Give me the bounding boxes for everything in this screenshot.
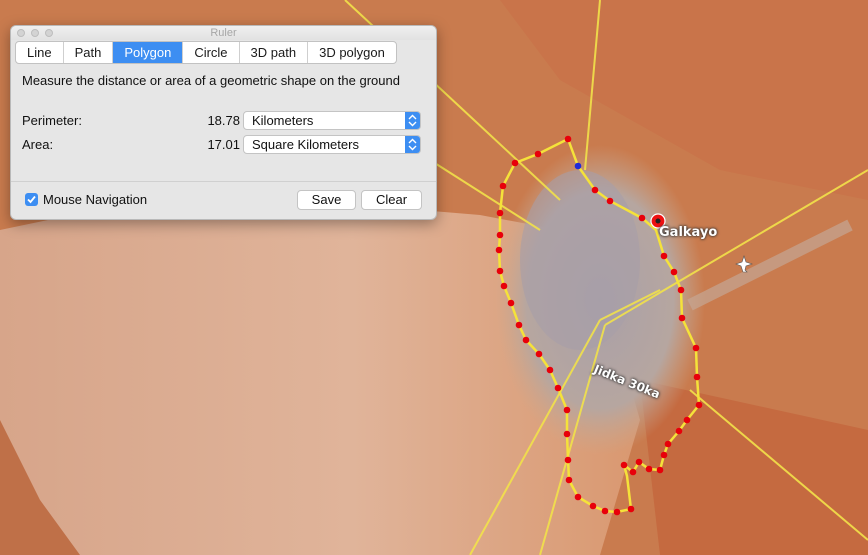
polygon-vertex[interactable]	[664, 440, 672, 448]
checkmark-icon	[27, 195, 36, 204]
ruler-window: Ruler Line Path Polygon Circle 3D path 3…	[10, 25, 437, 220]
select-arrows-icon	[405, 112, 420, 129]
polygon-vertex[interactable]	[507, 299, 515, 307]
area-value: 17.01	[207, 137, 240, 152]
polygon-vertex[interactable]	[606, 197, 614, 205]
polygon-vertex[interactable]	[695, 401, 703, 409]
tab-circle[interactable]: Circle	[183, 42, 240, 63]
place-label-galkayo[interactable]: Galkayo	[659, 225, 717, 240]
perimeter-unit-value: Kilometers	[252, 113, 314, 128]
polygon-vertex[interactable]	[677, 286, 685, 294]
tab-path[interactable]: Path	[64, 42, 114, 63]
polygon-vertex[interactable]	[675, 427, 683, 435]
polygon-vertex[interactable]	[670, 268, 678, 276]
polygon-vertex[interactable]	[565, 476, 573, 484]
polygon-vertex[interactable]	[511, 159, 519, 167]
polygon-vertex[interactable]	[660, 252, 668, 260]
tab-3d-polygon[interactable]: 3D polygon	[308, 42, 396, 63]
mouse-navigation-label[interactable]: Mouse Navigation	[43, 192, 147, 207]
polygon-vertex[interactable]	[693, 373, 701, 381]
select-arrows-icon	[405, 136, 420, 153]
polygon-vertex[interactable]	[563, 406, 571, 414]
title-bar[interactable]: Ruler	[11, 26, 436, 40]
polygon-vertex[interactable]	[563, 430, 571, 438]
polygon-vertex[interactable]	[589, 502, 597, 510]
polygon-vertex[interactable]	[656, 466, 664, 474]
polygon-vertex[interactable]	[613, 508, 621, 516]
polygon-vertex[interactable]	[499, 182, 507, 190]
polygon-vertex[interactable]	[534, 150, 542, 158]
polygon-vertex[interactable]	[635, 458, 643, 466]
polygon-vertex[interactable]	[496, 267, 504, 275]
polygon-vertex[interactable]	[554, 384, 562, 392]
perimeter-value: 18.78	[207, 113, 240, 128]
perimeter-unit-select[interactable]: Kilometers	[243, 111, 421, 130]
area-unit-select[interactable]: Square Kilometers	[243, 135, 421, 154]
polygon-vertex[interactable]	[515, 321, 523, 329]
polygon-vertex[interactable]	[495, 246, 503, 254]
divider	[11, 181, 436, 182]
polygon-vertex[interactable]	[500, 282, 508, 290]
window-title: Ruler	[210, 27, 237, 39]
area-label: Area:	[22, 137, 54, 152]
polygon-vertex[interactable]	[683, 416, 691, 424]
polygon-vertex[interactable]	[627, 505, 635, 513]
polygon-vertex[interactable]	[660, 451, 668, 459]
polygon-vertex[interactable]	[564, 135, 572, 143]
save-button[interactable]: Save	[297, 190, 356, 210]
description-text: Measure the distance or area of a geomet…	[22, 73, 400, 88]
clear-button[interactable]: Clear	[361, 190, 422, 210]
tab-polygon[interactable]: Polygon	[113, 42, 184, 63]
polygon-vertex[interactable]	[546, 366, 554, 374]
perimeter-label: Perimeter:	[22, 113, 82, 128]
area-unit-value: Square Kilometers	[252, 137, 359, 152]
measure-mode-tabs: Line Path Polygon Circle 3D path 3D poly…	[15, 41, 397, 64]
polygon-vertex[interactable]	[564, 456, 572, 464]
polygon-vertex[interactable]	[629, 468, 637, 476]
tab-line[interactable]: Line	[16, 42, 64, 63]
polygon-vertex[interactable]	[645, 465, 653, 473]
airport-icon	[735, 255, 753, 273]
polygon-vertex[interactable]	[496, 231, 504, 239]
polygon-vertex[interactable]	[692, 344, 700, 352]
polygon-vertex[interactable]	[591, 186, 599, 194]
tab-3d-path[interactable]: 3D path	[240, 42, 309, 63]
polygon-vertex[interactable]	[535, 350, 543, 358]
polygon-vertex[interactable]	[620, 461, 628, 469]
mouse-navigation-checkbox[interactable]	[25, 193, 38, 206]
polygon-vertex[interactable]	[678, 314, 686, 322]
polygon-vertex[interactable]	[638, 214, 646, 222]
polygon-vertex[interactable]	[601, 507, 609, 515]
polygon-vertex[interactable]	[574, 493, 582, 501]
polygon-vertex[interactable]	[496, 209, 504, 217]
selected-vertex[interactable]	[574, 162, 582, 170]
polygon-vertex[interactable]	[522, 336, 530, 344]
